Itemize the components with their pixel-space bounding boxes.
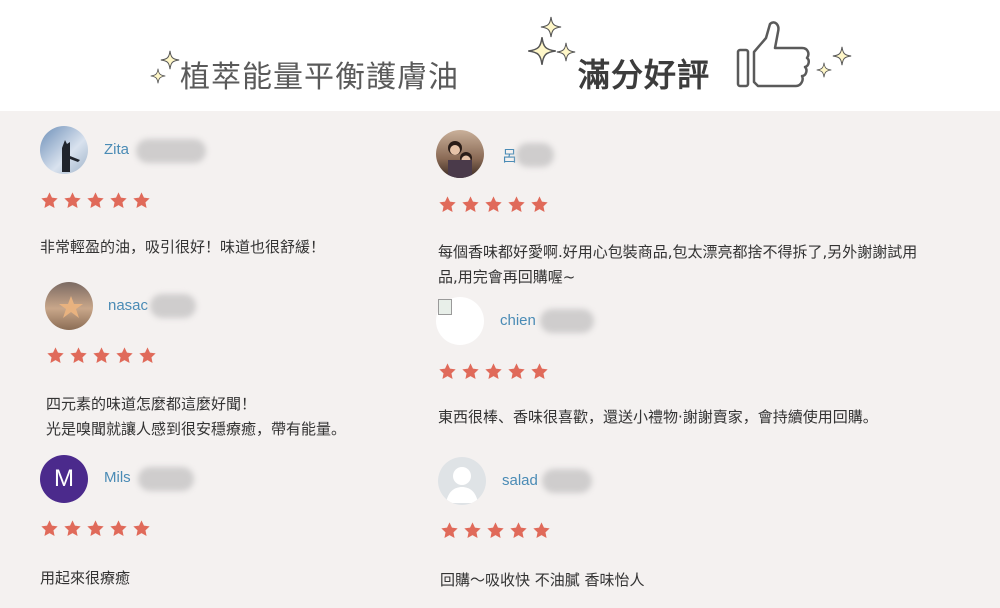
user-avatar[interactable] (436, 130, 484, 178)
star-icon (438, 362, 457, 381)
page-title: 植萃能量平衡護膚油 滿分好評 (0, 0, 1000, 111)
reviewer-name[interactable]: nasac (108, 297, 148, 314)
star-icon (509, 521, 528, 540)
star-icon (40, 519, 59, 538)
rating-stars (438, 362, 549, 381)
photo-starfish-icon (59, 296, 83, 318)
sparkle-icon (832, 46, 852, 66)
review-text: 每個香味都好愛啊.好用心包裝商品,包太漂亮都捨不得拆了,另外謝謝試用 (438, 243, 918, 261)
broken-image-icon (438, 299, 452, 315)
sparkle-icon (540, 16, 562, 38)
star-icon (530, 195, 549, 214)
thumbs-up-icon (736, 21, 810, 88)
review-text: 回購～吸收快 不油膩 香味怡人 (440, 571, 645, 589)
sparkle-icon (556, 42, 576, 62)
review-text: 東西很棒、香味很喜歡，還送小禮物·謝謝賣家，會持續使用回購。 (438, 408, 878, 426)
sparkle-icon (527, 36, 557, 66)
photo-cat-icon (62, 140, 80, 172)
star-icon (63, 191, 82, 210)
redacted-name (138, 467, 194, 491)
redacted-name (542, 469, 592, 493)
star-icon (132, 519, 151, 538)
sparkle-icon (150, 68, 166, 84)
reviewer-name[interactable]: Mils (104, 469, 131, 486)
reviewer-name[interactable]: Zita (104, 141, 129, 158)
sparkle-icon (160, 50, 180, 70)
default-user-icon (446, 467, 478, 503)
reviews-panel: Zita 非常輕盈的油，吸引很好！味道也很舒緩！ nasac 四元素的味道怎麼都… (0, 111, 1000, 608)
star-icon (461, 195, 480, 214)
star-icon (438, 195, 457, 214)
star-icon (461, 362, 480, 381)
star-icon (69, 346, 88, 365)
avatar-letter: M (54, 465, 74, 492)
star-icon (132, 191, 151, 210)
review-text: 用起來很療癒 (40, 569, 131, 587)
user-avatar[interactable]: M (40, 455, 88, 503)
star-icon (507, 362, 526, 381)
reviewer-name[interactable]: 呂 (502, 145, 517, 166)
title-product-name: 植萃能量平衡護膚油 (180, 60, 459, 95)
photo-people-icon (448, 141, 472, 178)
review-text: 非常輕盈的油，吸引很好！味道也很舒緩！ (40, 238, 326, 256)
star-icon (109, 519, 128, 538)
review-text: 品,用完會再回購喔~ (438, 268, 576, 286)
redacted-name (150, 294, 196, 318)
redacted-name (540, 309, 594, 333)
user-avatar[interactable] (438, 457, 486, 505)
user-avatar[interactable] (45, 282, 93, 330)
reviewer-name[interactable]: chien (500, 312, 536, 329)
star-icon (532, 521, 551, 540)
star-icon (46, 346, 65, 365)
rating-stars (46, 346, 157, 365)
star-icon (486, 521, 505, 540)
rating-stars (438, 195, 549, 214)
star-icon (92, 346, 111, 365)
star-icon (507, 195, 526, 214)
header-banner: 植萃能量平衡護膚油 滿分好評 (0, 0, 1000, 111)
star-icon (115, 346, 134, 365)
star-icon (484, 362, 503, 381)
redacted-name (516, 143, 554, 167)
star-icon (86, 519, 105, 538)
rating-stars (40, 519, 151, 538)
star-icon (484, 195, 503, 214)
star-icon (138, 346, 157, 365)
rating-stars (40, 191, 151, 210)
user-avatar[interactable] (40, 126, 88, 174)
star-icon (440, 521, 459, 540)
title-full-score: 滿分好評 (578, 56, 711, 94)
reviewer-name[interactable]: salad (502, 472, 538, 489)
star-icon (86, 191, 105, 210)
rating-stars (440, 521, 551, 540)
review-text: 四元素的味道怎麼都這麼好聞！ (46, 395, 257, 413)
star-icon (530, 362, 549, 381)
star-icon (63, 519, 82, 538)
review-text: 光是嗅聞就讓人感到很安穩療癒，帶有能量。 (46, 420, 347, 438)
redacted-name (136, 139, 206, 163)
user-avatar[interactable] (436, 297, 484, 345)
sparkle-icon (816, 62, 832, 78)
star-icon (40, 191, 59, 210)
star-icon (463, 521, 482, 540)
star-icon (109, 191, 128, 210)
